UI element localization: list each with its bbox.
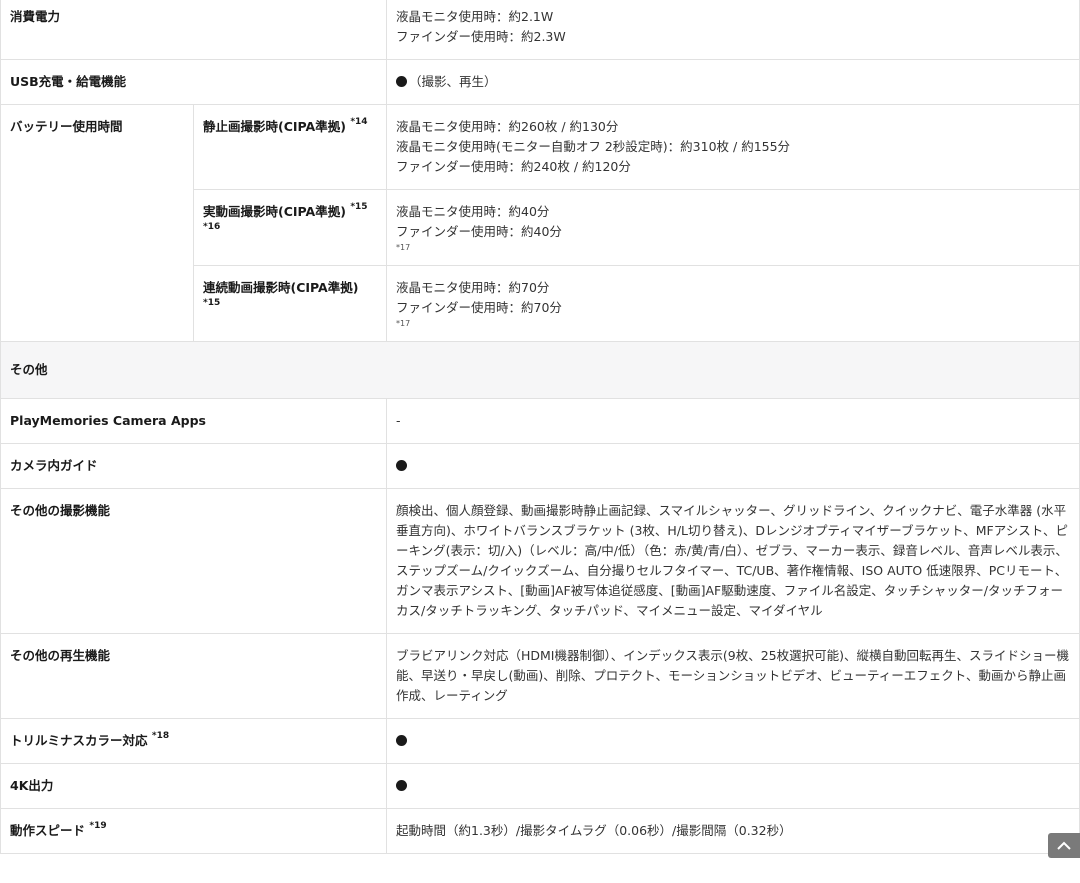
chevron-up-icon <box>1057 841 1071 850</box>
spec-value: 液晶モニタ使用時：約40分 ファインダー使用時：約40分 *17 <box>386 189 1080 266</box>
spec-label: 消費電力 <box>0 0 387 60</box>
spec-sublabel: 実動画撮影時(CIPA準拠) *15 *16 <box>193 189 387 266</box>
spec-row-battery-still: バッテリー使用時間 静止画撮影時(CIPA準拠) *14 液晶モニタ使用時：約2… <box>0 104 1080 342</box>
back-to-top-button[interactable] <box>1048 833 1080 858</box>
filled-circle-icon <box>396 735 407 746</box>
spec-label: その他の撮影機能 <box>0 488 387 634</box>
spec-value: ブラビアリンク対応（HDMI機器制御）、インデックス表示(9枚、25枚選択可能)… <box>386 633 1080 719</box>
spec-label: カメラ内ガイド <box>0 443 387 489</box>
spec-value: 起動時間（約1.3秒）/撮影タイムラグ（0.06秒）/撮影間隔（0.32秒） <box>386 808 1080 854</box>
spec-label: 動作スピード *19 <box>0 808 387 854</box>
spec-row-shooting: その他の撮影機能 顔検出、個人顔登録、動画撮影時静止画記録、スマイルシャッター、… <box>0 488 1080 634</box>
spec-value: 液晶モニタ使用時：約260枚 / 約130分 液晶モニタ使用時(モニター自動オフ… <box>386 104 1080 190</box>
spec-value: 顔検出、個人顔登録、動画撮影時静止画記録、スマイルシャッター、グリッドライン、ク… <box>386 488 1080 634</box>
spec-row-usb: USB充電・給電機能 （撮影、再生） <box>0 59 1080 105</box>
spec-value <box>386 443 1080 489</box>
spec-value: - <box>386 398 1080 444</box>
spec-value: 液晶モニタ使用時：約70分 ファインダー使用時：約70分 *17 <box>386 265 1080 342</box>
spec-value: （撮影、再生） <box>386 59 1080 105</box>
spec-row-4k: 4K出力 <box>0 763 1080 809</box>
spec-label: USB充電・給電機能 <box>0 59 387 105</box>
spec-table: 消費電力 液晶モニタ使用時：約2.1W ファインダー使用時：約2.3W USB充… <box>0 0 1080 854</box>
spec-value: 液晶モニタ使用時：約2.1W ファインダー使用時：約2.3W <box>386 0 1080 60</box>
spec-row-power: 消費電力 液晶モニタ使用時：約2.1W ファインダー使用時：約2.3W <box>0 0 1080 60</box>
spec-sublabel: 連続動画撮影時(CIPA準拠) *15 <box>193 265 387 342</box>
filled-circle-icon <box>396 460 407 471</box>
spec-value <box>386 763 1080 809</box>
spec-label: トリルミナスカラー対応 *18 <box>0 718 387 764</box>
filled-circle-icon <box>396 76 407 87</box>
filled-circle-icon <box>396 780 407 791</box>
spec-label: PlayMemories Camera Apps <box>0 398 387 444</box>
spec-label: その他の再生機能 <box>0 633 387 719</box>
spec-label: バッテリー使用時間 <box>0 104 194 342</box>
spec-section-other: その他 <box>0 341 1080 399</box>
spec-value <box>386 718 1080 764</box>
spec-row-guide: カメラ内ガイド <box>0 443 1080 489</box>
spec-sublabel: 静止画撮影時(CIPA準拠) *14 <box>193 104 387 190</box>
spec-row-playmemories: PlayMemories Camera Apps - <box>0 398 1080 444</box>
spec-row-speed: 動作スピード *19 起動時間（約1.3秒）/撮影タイムラグ（0.06秒）/撮影… <box>0 808 1080 854</box>
spec-row-triluminos: トリルミナスカラー対応 *18 <box>0 718 1080 764</box>
section-heading: その他 <box>0 341 1080 399</box>
spec-row-playback: その他の再生機能 ブラビアリンク対応（HDMI機器制御）、インデックス表示(9枚… <box>0 633 1080 719</box>
spec-label: 4K出力 <box>0 763 387 809</box>
